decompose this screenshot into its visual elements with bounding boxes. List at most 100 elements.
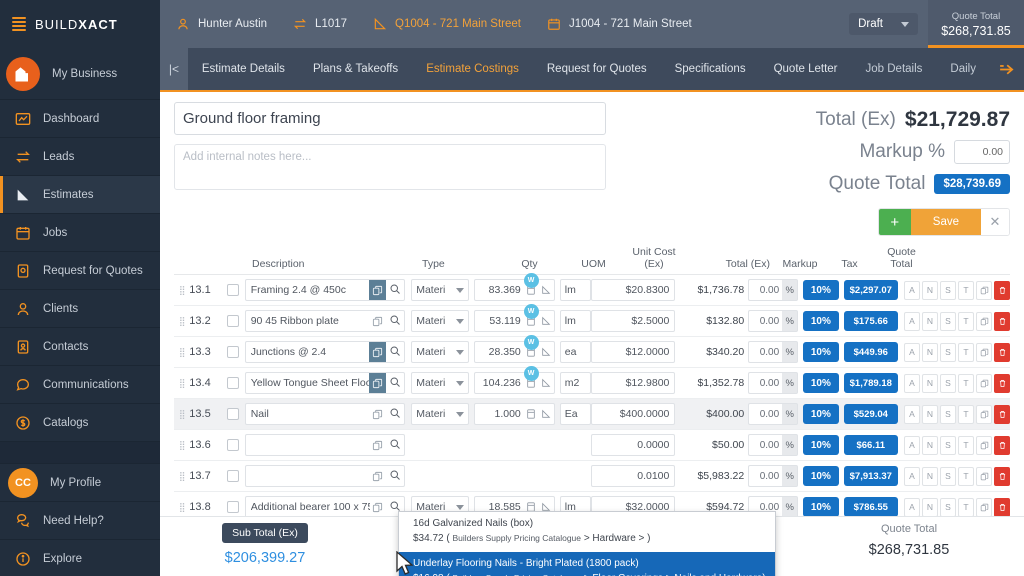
row-action-n[interactable]: N (922, 311, 938, 331)
tabs-scroll-right-button[interactable] (989, 48, 1024, 90)
takeoff-ruler-icon[interactable] (539, 285, 554, 295)
row-uom-cell[interactable]: lm (555, 310, 592, 332)
row-quote-total-badge[interactable]: $1,789.18 (843, 373, 898, 393)
tab-estimate-details[interactable]: Estimate Details (188, 48, 299, 90)
row-uom-value[interactable]: m2 (559, 372, 592, 394)
row-tax-badge[interactable]: 10% (803, 404, 839, 424)
row-tax-badge[interactable]: 10% (803, 497, 839, 517)
row-type-select[interactable]: Materi (411, 372, 469, 394)
row-drag-handle[interactable]: ⣿ (174, 502, 189, 513)
search-icon[interactable] (389, 313, 403, 327)
copy-icon[interactable] (369, 342, 387, 362)
row-tax-cell[interactable]: 10% (798, 342, 839, 362)
row-checkbox-cell[interactable] (222, 408, 245, 420)
row-tax-badge[interactable]: 10% (803, 373, 839, 393)
row-description-cell[interactable] (244, 279, 406, 301)
save-button[interactable]: Save (910, 209, 981, 235)
row-quote-total-badge[interactable]: $529.04 (843, 404, 898, 424)
sidebar-item-estimates[interactable]: Estimates (0, 176, 160, 214)
row-tax-cell[interactable]: 10% (798, 311, 839, 331)
row-type-select[interactable]: Materi (411, 310, 469, 332)
row-quote-total-badge[interactable]: $66.11 (843, 435, 898, 455)
row-tax-cell[interactable]: 10% (798, 404, 839, 424)
row-markup-cell[interactable]: 0.00 % (748, 403, 799, 425)
row-quote-total-cell[interactable]: $66.11 (839, 435, 898, 455)
row-type-select[interactable]: Materi (411, 341, 469, 363)
copy-icon[interactable] (369, 311, 386, 331)
tab-plans-takeoffs[interactable]: Plans & Takeoffs (299, 48, 412, 90)
row-duplicate-icon[interactable] (976, 435, 992, 455)
row-drag-handle[interactable]: ⣿ (174, 378, 189, 389)
row-qty-cell[interactable]: 104.236 W (469, 366, 555, 394)
sidebar-item-contacts[interactable]: Contacts (0, 328, 160, 366)
sidebar-item-catalogs[interactable]: Catalogs (0, 404, 160, 442)
row-markup-cell[interactable]: 0.00 % (748, 372, 799, 394)
row-delete-icon[interactable] (994, 280, 1010, 300)
row-qty-field[interactable]: 83.369 (473, 279, 555, 301)
row-drag-handle[interactable]: ⣿ (174, 285, 189, 296)
copy-icon[interactable] (369, 435, 386, 455)
row-action-s[interactable]: S (940, 466, 956, 486)
row-delete-icon[interactable] (994, 497, 1010, 517)
row-tax-cell[interactable]: 10% (798, 435, 839, 455)
row-unit-cost-cell[interactable]: 0.0000 (591, 434, 676, 456)
row-uom-cell[interactable]: Ea (555, 403, 592, 425)
row-tax-cell[interactable]: 10% (798, 280, 839, 300)
breadcrumb-contact[interactable]: Hunter Austin (176, 17, 267, 31)
search-icon[interactable] (389, 406, 403, 420)
tab-daily[interactable]: Daily (936, 48, 990, 90)
row-action-t[interactable]: T (958, 342, 974, 362)
takeoff-ruler-icon[interactable] (539, 409, 554, 419)
row-action-t[interactable]: T (958, 311, 974, 331)
row-checkbox[interactable] (227, 284, 240, 296)
row-markup-cell[interactable]: 0.00 % (748, 279, 799, 301)
row-checkbox-cell[interactable] (222, 439, 245, 451)
row-action-s[interactable]: S (940, 342, 956, 362)
row-unit-cost-cell[interactable]: $20.8300 (591, 279, 676, 301)
row-markup-cell[interactable]: 0.00 % (748, 310, 799, 332)
table-row[interactable]: ⣿ 13.1 Materi 83.369 W lm $20.8300 $1,73… (174, 273, 1010, 306)
row-uom-value[interactable]: Ea (559, 403, 592, 425)
row-checkbox[interactable] (227, 439, 240, 451)
sidebar-item-leads[interactable]: Leads (0, 138, 160, 176)
row-type-cell[interactable]: Materi (405, 372, 469, 394)
status-dropdown[interactable]: Draft (849, 13, 918, 35)
sidebar-item-need-help[interactable]: Need Help? (0, 502, 160, 540)
markup-percent-input[interactable] (954, 140, 1010, 164)
copy-icon[interactable] (369, 404, 386, 424)
row-drag-handle[interactable]: ⣿ (174, 347, 189, 358)
table-row[interactable]: ⣿ 13.5 Materi 1.000 Ea $400.0000 $400.00… (174, 399, 1010, 430)
sidebar-item-explore[interactable]: Explore (0, 540, 160, 576)
row-quote-total-badge[interactable]: $2,297.07 (843, 280, 898, 300)
row-unit-cost-value[interactable]: 0.0000 (591, 434, 676, 456)
row-tax-badge[interactable]: 10% (803, 435, 839, 455)
table-row[interactable]: ⣿ 13.3 Materi 28.350 W ea $12.0000 $340.… (174, 335, 1010, 368)
row-action-s[interactable]: S (940, 373, 956, 393)
row-tax-badge[interactable]: 10% (803, 311, 839, 331)
row-description-cell[interactable] (244, 310, 406, 332)
search-icon[interactable] (389, 344, 403, 358)
row-qty-cell[interactable]: 83.369 W (469, 273, 555, 301)
copy-icon[interactable] (369, 373, 387, 393)
row-uom-value[interactable]: lm (559, 279, 592, 301)
table-row[interactable]: ⣿ 13.6 0.0000 $50.00 0.00 % 10% $66.11 A… (174, 430, 1010, 461)
row-action-n[interactable]: N (922, 404, 938, 424)
internal-notes-textarea[interactable] (174, 144, 606, 190)
row-description-cell[interactable] (244, 403, 406, 425)
row-quote-total-badge[interactable]: $175.66 (843, 311, 898, 331)
copy-icon[interactable] (369, 497, 386, 517)
row-description-cell[interactable] (244, 496, 406, 518)
row-action-t[interactable]: T (958, 280, 974, 300)
takeoff-ruler-icon[interactable] (539, 378, 554, 388)
row-unit-cost-cell[interactable]: $2.5000 (591, 310, 676, 332)
row-checkbox-cell[interactable] (222, 501, 245, 513)
row-markup-input[interactable]: 0.00 (748, 434, 783, 456)
sidebar-item-dashboard[interactable]: Dashboard (0, 100, 160, 138)
row-markup-input[interactable]: 0.00 (748, 403, 783, 425)
row-checkbox[interactable] (227, 470, 240, 482)
row-delete-icon[interactable] (994, 373, 1010, 393)
copy-icon[interactable] (369, 280, 387, 300)
row-duplicate-icon[interactable] (976, 280, 992, 300)
row-quote-total-cell[interactable]: $786.55 (839, 497, 898, 517)
row-duplicate-icon[interactable] (976, 342, 992, 362)
